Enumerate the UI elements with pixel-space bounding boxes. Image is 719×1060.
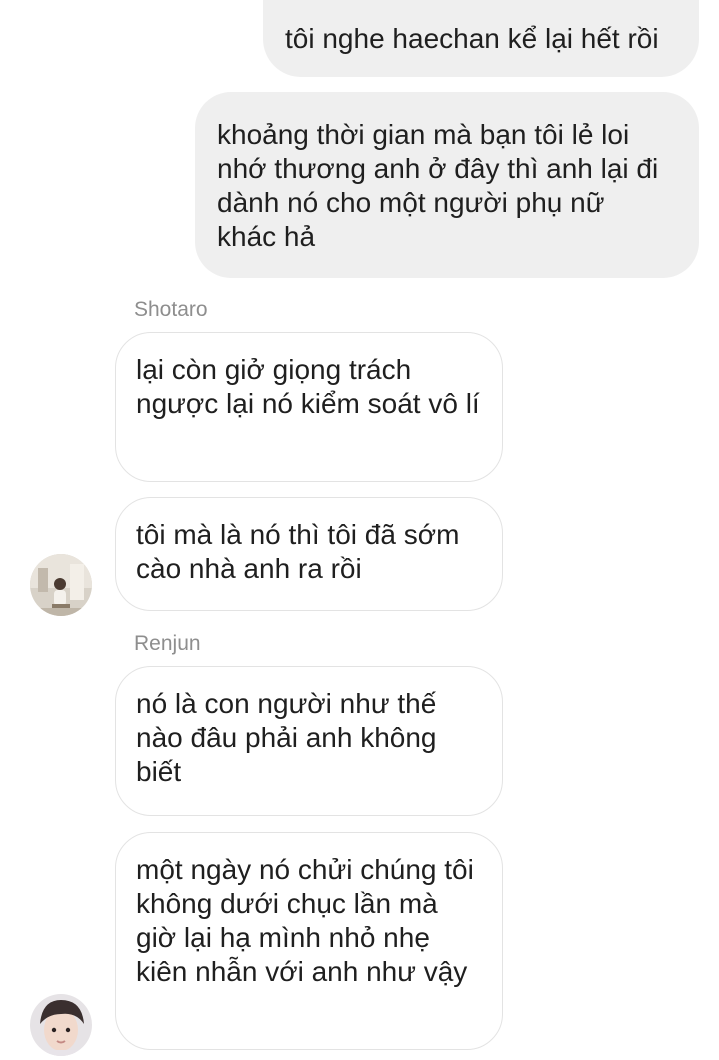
profile-photo-icon	[30, 994, 92, 1056]
sender-name: Shotaro	[134, 298, 208, 321]
message-text: tôi nghe haechan kể lại hết rồi	[285, 23, 659, 54]
incoming-message[interactable]: tôi mà là nó thì tôi đã sớm cào nhà anh …	[115, 497, 503, 611]
message-text: khoảng thời gian mà bạn tôi lẻ loi nhớ t…	[217, 119, 659, 252]
message-text: lại còn giở giọng trách ngược lại nó kiể…	[136, 354, 480, 419]
outgoing-message[interactable]: tôi nghe haechan kể lại hết rồi	[263, 0, 699, 77]
message-text: tôi mà là nó thì tôi đã sớm cào nhà anh …	[136, 519, 460, 584]
incoming-message[interactable]: nó là con người như thế nào đâu phải anh…	[115, 666, 503, 816]
incoming-message[interactable]: lại còn giở giọng trách ngược lại nó kiể…	[115, 332, 503, 482]
profile-photo-icon	[30, 554, 92, 616]
incoming-message[interactable]: một ngày nó chửi chúng tôi không dưới ch…	[115, 832, 503, 1050]
shotaro-avatar[interactable]	[30, 554, 92, 616]
message-text: một ngày nó chửi chúng tôi không dưới ch…	[136, 854, 474, 987]
message-text: nó là con người như thế nào đâu phải anh…	[136, 688, 437, 787]
outgoing-message[interactable]: khoảng thời gian mà bạn tôi lẻ loi nhớ t…	[195, 92, 699, 278]
sender-name: Renjun	[134, 632, 201, 655]
renjun-avatar[interactable]	[30, 994, 92, 1056]
